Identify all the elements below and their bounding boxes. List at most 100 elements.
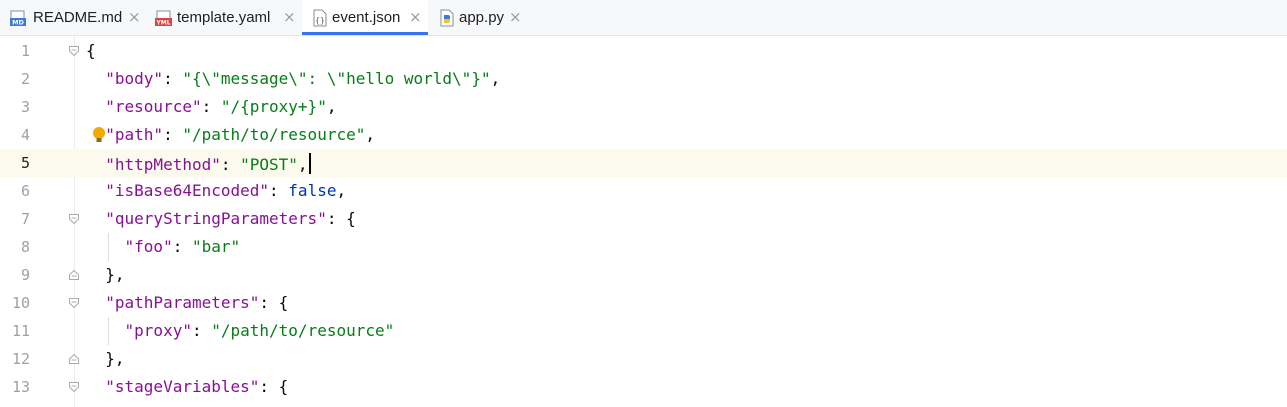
fold-collapse-icon[interactable]: [68, 381, 80, 393]
indent-guide: [108, 317, 109, 345]
code-text[interactable]: "foo": "bar": [86, 237, 241, 257]
code-editor[interactable]: 1{2 "body": "{\"message\": \"hello world…: [0, 36, 1287, 407]
tab-label: app.py: [459, 9, 505, 26]
code-token: {: [86, 41, 96, 60]
line-number: 1: [20, 42, 30, 60]
svg-text:{}: {}: [315, 16, 325, 25]
code-token: :: [201, 97, 221, 116]
close-icon[interactable]: ×: [509, 8, 522, 26]
code-text[interactable]: "pathParameters": {: [86, 293, 288, 313]
code-text[interactable]: },: [86, 349, 125, 369]
code-token: ,: [365, 125, 375, 144]
code-token: "httpMethod": [105, 155, 221, 174]
close-icon[interactable]: ×: [409, 8, 422, 26]
code-token: "/path/to/resource": [211, 321, 395, 340]
code-token: ,: [490, 69, 501, 88]
code-line[interactable]: 7 "queryStringParameters": {: [0, 205, 1287, 233]
code-token: false: [288, 181, 337, 200]
code-token: "isBase64Encoded": [105, 181, 270, 200]
code-text[interactable]: },: [86, 265, 125, 285]
code-line[interactable]: 9 },: [0, 261, 1287, 289]
code-token: "resource": [105, 97, 202, 116]
line-number: 13: [11, 378, 30, 396]
code-text[interactable]: {: [86, 41, 96, 61]
text-cursor: [308, 153, 311, 174]
code-token: :: [269, 181, 289, 200]
code-token: },: [86, 265, 125, 284]
code-token: "bar": [191, 237, 241, 256]
code-token: :: [163, 69, 183, 88]
tab-label: template.yaml: [177, 9, 271, 26]
code-token: "stageVariables": [105, 377, 260, 396]
code-line[interactable]: 1{: [0, 37, 1287, 65]
line-number: 7: [20, 210, 30, 228]
tab-readme-md[interactable]: MD README.md ×: [0, 0, 146, 35]
fold-collapse-icon[interactable]: [68, 297, 80, 309]
code-line[interactable]: 11 "proxy": "/path/to/resource": [0, 317, 1287, 345]
code-line[interactable]: 10 "pathParameters": {: [0, 289, 1287, 317]
code-token: : {: [259, 293, 289, 312]
tab-event-json[interactable]: {} event.json ×: [302, 0, 428, 35]
tab-label: README.md: [33, 9, 123, 26]
code-line[interactable]: 13 "stageVariables": {: [0, 373, 1287, 401]
python-file-icon: [440, 9, 454, 27]
code-line[interactable]: 4 "path": "/path/to/resource",: [0, 121, 1287, 149]
code-token: : {: [259, 377, 289, 396]
code-text[interactable]: "proxy": "/path/to/resource": [86, 321, 395, 341]
code-token: ,: [336, 181, 347, 200]
line-number: 8: [20, 238, 30, 256]
code-token: "path": [105, 125, 164, 144]
code-text[interactable]: "body": "{\"message\": \"hello world\"}"…: [86, 69, 500, 89]
code-token: "/path/to/resource": [182, 125, 366, 144]
line-number: 9: [20, 266, 30, 284]
code-token: : {: [326, 209, 356, 228]
code-text[interactable]: "isBase64Encoded": false,: [86, 181, 346, 201]
line-number: 2: [20, 70, 30, 88]
code-token: :: [191, 321, 212, 340]
code-text[interactable]: "httpMethod": "POST",: [86, 153, 311, 175]
code-token: "proxy": [124, 321, 192, 340]
markdown-file-icon: MD: [10, 10, 26, 27]
line-number: 11: [11, 322, 30, 340]
code-line[interactable]: 3 "resource": "/{proxy+}",: [0, 93, 1287, 121]
fold-end-icon[interactable]: [68, 353, 80, 365]
code-line[interactable]: 5 "httpMethod": "POST",: [0, 149, 1287, 177]
code-token: ,: [326, 97, 337, 116]
code-line[interactable]: 2 "body": "{\"message\": \"hello world\"…: [0, 65, 1287, 93]
code-text[interactable]: "stageVariables": {: [86, 377, 288, 397]
fold-collapse-icon[interactable]: [68, 213, 80, 225]
close-icon[interactable]: ×: [283, 8, 296, 26]
code-line[interactable]: 6 "isBase64Encoded": false,: [0, 177, 1287, 205]
code-text[interactable]: "resource": "/{proxy+}",: [86, 97, 336, 117]
fold-end-icon[interactable]: [68, 269, 80, 281]
indent-guide: [108, 233, 109, 261]
line-number: 4: [20, 126, 30, 144]
line-number: 3: [20, 98, 30, 116]
tab-app-py[interactable]: app.py ×: [428, 0, 528, 35]
code-text[interactable]: "path": "/path/to/resource",: [86, 125, 375, 145]
code-token: "POST": [240, 155, 298, 174]
code-line[interactable]: 8 "foo": "bar": [0, 233, 1287, 261]
line-number: 5: [20, 154, 30, 172]
fold-collapse-icon[interactable]: [68, 45, 80, 57]
close-icon[interactable]: ×: [128, 8, 141, 26]
code-token: "{\"message\": \"hello world\"}": [182, 69, 491, 88]
code-token: "queryStringParameters": [105, 209, 327, 228]
code-text[interactable]: "queryStringParameters": {: [86, 209, 356, 229]
code-token: :: [163, 125, 183, 144]
svg-text:MD: MD: [12, 19, 24, 27]
tab-template-yaml[interactable]: YML template.yaml ×: [146, 0, 302, 35]
code-line[interactable]: 12 },: [0, 345, 1287, 373]
code-token: },: [86, 349, 125, 368]
code-token: "/{proxy+}": [220, 97, 327, 116]
code-token: "pathParameters": [105, 293, 260, 312]
